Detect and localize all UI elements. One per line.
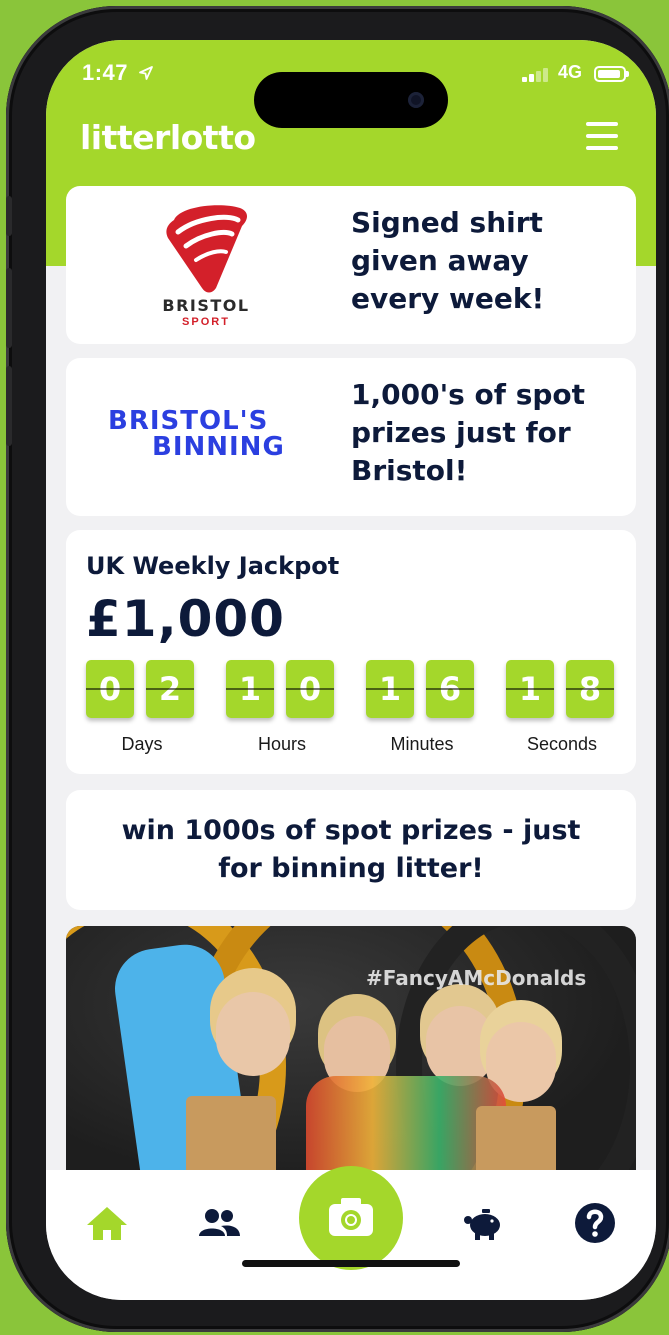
promo-text: 1,000's of spot prizes just for Bristol!: [351, 378, 586, 487]
signal-icon: [522, 68, 550, 82]
bristol-logo-word: BRISTOL: [162, 296, 250, 315]
bristols-binning-logo: BRISTOL'S BINNING: [108, 406, 285, 462]
piggy-bank-icon[interactable]: [458, 1198, 508, 1248]
win-banner-card[interactable]: win 1000s of spot prizes - just for binn…: [66, 790, 636, 910]
status-bar: 1:47 4G: [46, 58, 656, 128]
bristol-logo-sub: SPORT: [182, 316, 230, 328]
battery-icon: [594, 66, 629, 82]
promo-text: Signed shirt given away every week!: [351, 206, 545, 315]
win-banner-text: win 1000s of spot prizes - just for binn…: [121, 815, 581, 884]
home-icon[interactable]: [82, 1198, 132, 1248]
countdown-digit: 8: [566, 660, 614, 718]
promo-card-bristol-sport[interactable]: BRISTOL SPORT Signed shirt given away ev…: [66, 186, 636, 344]
countdown-digit: 2: [146, 660, 194, 718]
camera-icon: [329, 1198, 373, 1236]
dynamic-island: [254, 72, 448, 128]
countdown-label: Days: [121, 734, 163, 754]
bottom-nav: [46, 1166, 656, 1300]
photo-hashtag: #FancyAMcDonalds: [366, 966, 587, 990]
countdown-hours: 1 0 Hours: [226, 660, 338, 760]
front-camera: [408, 92, 424, 108]
silent-switch: [6, 196, 12, 236]
countdown-digit: 0: [286, 660, 334, 718]
camera-button[interactable]: [299, 1166, 403, 1270]
photo-person: [426, 1006, 494, 1086]
status-time: 1:47: [82, 60, 154, 86]
promo-card-bristols-binning[interactable]: BRISTOL'S BINNING 1,000's of spot prizes…: [66, 358, 636, 516]
countdown-label: Minutes: [390, 734, 454, 754]
countdown-digit: 1: [366, 660, 414, 718]
countdown-label: Seconds: [526, 734, 598, 754]
app-logo[interactable]: litterlotto: [80, 118, 256, 157]
help-icon[interactable]: [570, 1198, 620, 1248]
hamburger-menu-icon[interactable]: [586, 122, 618, 150]
phone-frame: 1:47 4G litterlotto BRISTOL SPORT Signed…: [6, 6, 669, 1332]
home-indicator: [242, 1260, 460, 1267]
jackpot-card: UK Weekly Jackpot £1,000 0 2 Days 1 0 Ho…: [66, 530, 636, 774]
location-arrow-icon: [138, 66, 153, 80]
countdown-digit: 1: [226, 660, 274, 718]
photo-person: [216, 992, 290, 1076]
volume-down-button: [6, 366, 12, 446]
jackpot-amount: £1,000: [86, 590, 285, 648]
volume-up-button: [6, 268, 12, 348]
network-type: 4G: [558, 62, 583, 82]
bristol-sport-emblem-icon: [166, 205, 247, 293]
bristol-sport-logo: BRISTOL SPORT: [146, 198, 266, 328]
countdown-minutes: 1 6 Minutes: [366, 660, 478, 760]
countdown-label: Hours: [257, 734, 306, 754]
countdown-days: 0 2 Days: [86, 660, 198, 760]
users-icon[interactable]: [194, 1198, 244, 1248]
app-screen: 1:47 4G litterlotto BRISTOL SPORT Signed…: [46, 40, 656, 1300]
countdown-digit: 1: [506, 660, 554, 718]
countdown-digit: 0: [86, 660, 134, 718]
promo-photo[interactable]: #FancyAMcDonalds: [66, 926, 636, 1186]
countdown-seconds: 1 8 Seconds: [506, 660, 618, 760]
countdown-digit: 6: [426, 660, 474, 718]
jackpot-title: UK Weekly Jackpot: [86, 552, 340, 580]
